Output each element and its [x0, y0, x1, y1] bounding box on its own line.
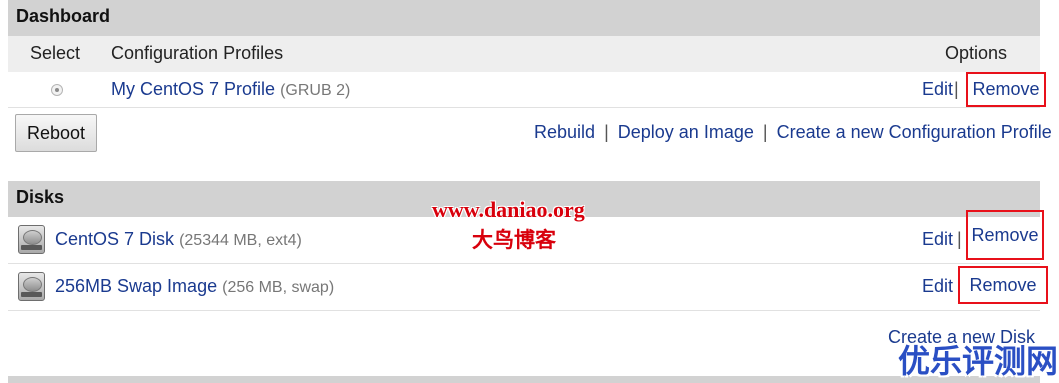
next-section-header	[8, 376, 1040, 383]
hard-disk-icon	[18, 272, 45, 301]
col-select: Select	[30, 43, 81, 63]
profile-remove-link[interactable]: Remove	[966, 72, 1046, 107]
divider	[8, 310, 1040, 311]
disk-remove-link[interactable]: Remove	[966, 210, 1044, 260]
divider	[8, 107, 1040, 108]
disk-edit-link[interactable]: Edit	[922, 276, 953, 297]
disk-remove-label: Remove	[971, 224, 1039, 245]
create-profile-link[interactable]: Create a new Configuration Profile	[777, 122, 1052, 142]
col-options: Options	[945, 43, 1008, 63]
profile-edit-link[interactable]: Edit	[922, 79, 953, 100]
radio-selected-icon[interactable]	[51, 84, 63, 96]
disk-meta: (25344 MB, ext4)	[179, 232, 302, 249]
deploy-image-link[interactable]: Deploy an Image	[618, 122, 754, 142]
disks-title: Disks	[16, 187, 65, 207]
disk-remove-label: Remove	[969, 274, 1037, 295]
disk-row: 256MB Swap Image (256 MB, swap) Edit	[8, 264, 1040, 310]
disk-meta: (256 MB, swap)	[222, 279, 335, 296]
watermark-url: www.daniao.org	[432, 197, 585, 222]
actions-separator: |	[762, 122, 768, 142]
reboot-button[interactable]: Reboot	[15, 114, 97, 152]
disk-remove-link[interactable]: Remove	[958, 266, 1048, 304]
col-profiles: Configuration Profiles	[111, 43, 284, 63]
disk-name-link[interactable]: 256MB Swap Image	[55, 276, 217, 296]
hard-disk-icon	[18, 225, 45, 254]
dashboard-title: Dashboard	[16, 6, 111, 26]
watermark-site-name: 大鸟博客	[472, 228, 556, 252]
profile-remove-label: Remove	[972, 79, 1040, 99]
dashboard-header: Dashboard	[8, 0, 1040, 36]
disk-separator: |	[957, 229, 962, 249]
rebuild-link[interactable]: Rebuild	[534, 122, 595, 142]
dashboard-actions: Rebuild | Deploy an Image | Create a new…	[534, 122, 1052, 143]
actions-separator: |	[604, 122, 609, 142]
disk-name-link[interactable]: CentOS 7 Disk	[55, 229, 174, 249]
profile-separator: |	[954, 79, 959, 99]
profile-kernel: (GRUB 2)	[280, 82, 351, 99]
disk-edit-link[interactable]: Edit	[922, 229, 953, 250]
profile-name-link[interactable]: My CentOS 7 Profile	[111, 79, 275, 99]
watermark-corner: 优乐评测网	[898, 342, 1059, 380]
profiles-table-header: Select Configuration Profiles Options	[8, 36, 1040, 72]
profile-row: My CentOS 7 Profile (GRUB 2) Edit |	[8, 72, 1040, 107]
